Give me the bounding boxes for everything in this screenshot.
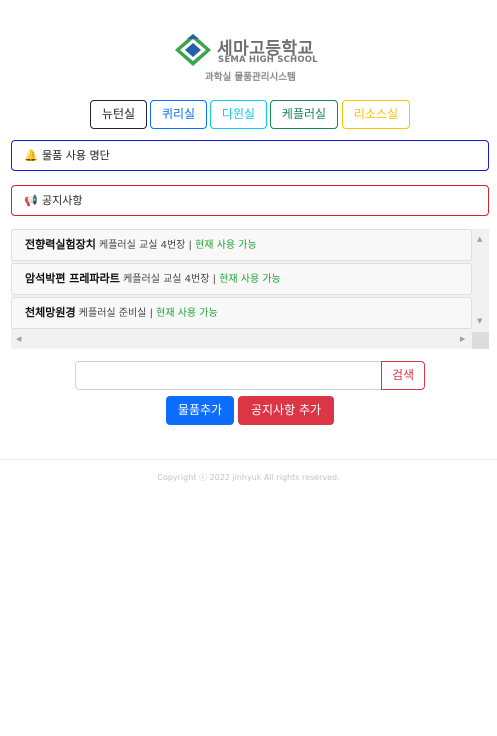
search-input[interactable]: [75, 361, 382, 390]
horizontal-scrollbar[interactable]: ◀ ▶: [11, 332, 489, 349]
bell-icon: 🔔: [24, 149, 38, 162]
item-name: 암석박편 프레파라트: [25, 272, 120, 285]
usage-list-panel[interactable]: 🔔 물품 사용 명단: [11, 140, 489, 171]
item-location: 케플러실 교실 4번장: [123, 274, 210, 285]
item-location: 케플러실 교실 4번장: [99, 240, 186, 251]
list-item[interactable]: 전향력실험장치 케플러실 교실 4번장 | 현재 사용 가능: [11, 229, 472, 261]
item-name: 천체망원경: [25, 306, 76, 319]
tab-newton-room[interactable]: 뉴턴실: [90, 100, 147, 129]
school-logo: 세마고등학교 SEMA HIGH SCHOOL 과학실 물품관리시스템: [0, 0, 497, 90]
scrollbar-corner: [472, 332, 489, 349]
school-name-english: SEMA HIGH SCHOOL: [218, 55, 318, 65]
tab-curie-room[interactable]: 퀴리실: [150, 100, 207, 129]
scroll-left-icon[interactable]: ◀: [16, 335, 21, 343]
item-name: 전향력실험장치: [25, 238, 96, 251]
tab-kepler-room[interactable]: 케플러실: [270, 100, 338, 129]
item-separator: |: [212, 274, 216, 285]
add-item-button[interactable]: 물품추가: [166, 396, 234, 425]
notice-panel[interactable]: 📢 공지사항: [11, 185, 489, 216]
item-status: 현재 사용 가능: [156, 308, 218, 319]
megaphone-icon: 📢: [24, 194, 38, 207]
item-separator: |: [149, 308, 153, 319]
system-name: 과학실 물품관리시스템: [205, 72, 296, 83]
room-tabs: 뉴턴실 퀴리실 다윈실 케플러실 리소스실: [0, 100, 497, 129]
footer-divider: [0, 459, 497, 460]
list-item[interactable]: 암석박편 프레파라트 케플러실 교실 4번장 | 현재 사용 가능: [11, 263, 472, 295]
usage-list-label: 물품 사용 명단: [42, 149, 110, 162]
add-notice-button[interactable]: 공지사항 추가: [238, 396, 334, 425]
item-location: 케플러실 준비실: [78, 308, 147, 319]
footer-copyright: Copyright ⓒ 2022 jinhyuk All rights rese…: [157, 473, 340, 482]
item-status: 현재 사용 가능: [195, 240, 257, 251]
vertical-scrollbar[interactable]: ▲ ▼: [472, 229, 489, 332]
scroll-right-icon[interactable]: ▶: [460, 335, 465, 343]
item-list: 전향력실험장치 케플러실 교실 4번장 | 현재 사용 가능 암석박편 프레파라…: [11, 229, 489, 349]
item-separator: |: [188, 240, 192, 251]
list-item[interactable]: 천체망원경 케플러실 준비실 | 현재 사용 가능: [11, 297, 472, 329]
tab-resource-room[interactable]: 리소스실: [342, 100, 410, 129]
notice-label: 공지사항: [42, 194, 83, 207]
scroll-up-icon[interactable]: ▲: [477, 235, 482, 243]
school-emblem-icon: [175, 34, 211, 66]
scroll-down-icon[interactable]: ▼: [477, 317, 482, 325]
tab-darwin-room[interactable]: 다윈실: [210, 100, 267, 129]
search-button[interactable]: 검색: [381, 361, 425, 390]
item-status: 현재 사용 가능: [219, 274, 281, 285]
